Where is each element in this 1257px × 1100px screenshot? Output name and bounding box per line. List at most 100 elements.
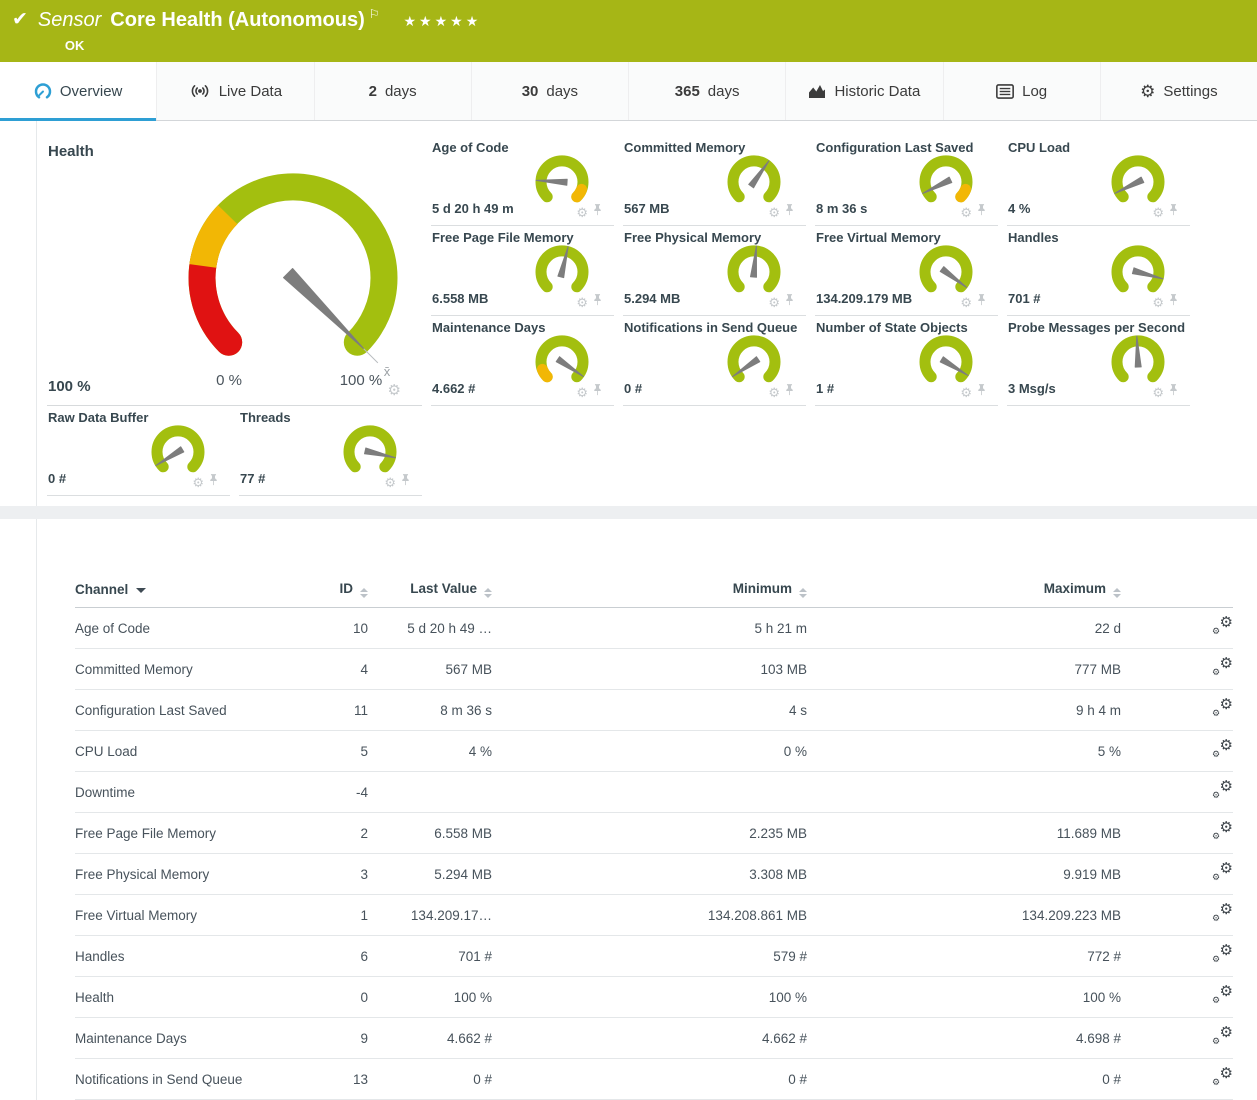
gauge-grid: Health x̄0 %100 % 100 % ⚙ Age of Code5 d… [47,136,1257,496]
channel-settings-gears-icon[interactable]: ⚙⚙ [1211,1028,1233,1045]
pin-icon[interactable] [593,383,602,401]
gauge-settings-gear-icon[interactable]: ⚙ [768,386,780,399]
channel-settings-gears-icon[interactable]: ⚙⚙ [1211,618,1233,635]
channel-settings-gears-icon[interactable]: ⚙⚙ [1211,700,1233,717]
channel-cell[interactable]: Downtime [75,772,301,813]
maximum-cell: 0 # [807,1059,1121,1100]
channel-cell[interactable]: Free Page File Memory [75,813,301,854]
column-header-maximum[interactable]: Maximum [807,571,1121,608]
gauge-value: 4 % [1008,201,1030,216]
minimum-cell [492,772,807,813]
gauge-settings-gear-icon[interactable]: ⚙ [1152,296,1164,309]
tab-365-days[interactable]: 365days [629,62,786,120]
channel-settings-gears-icon[interactable]: ⚙⚙ [1211,1069,1233,1086]
column-header-channel[interactable]: Channel [75,571,301,608]
row-actions-cell: ⚙⚙ [1121,895,1233,936]
flag-icon[interactable]: ⚐ [369,7,380,22]
tab-historic-data[interactable]: Historic Data [786,62,943,120]
channel-cell[interactable]: Maintenance Days [75,1018,301,1059]
pin-icon[interactable] [1169,293,1178,311]
last-value-cell: 8 m 36 s [368,690,492,731]
last-value-cell: 5 d 20 h 49 … [368,608,492,649]
channel-cell[interactable]: CPU Load [75,731,301,772]
gauge-value: 567 MB [624,201,670,216]
sort-descending-icon [136,588,146,593]
channel-settings-gears-icon[interactable]: ⚙⚙ [1211,905,1233,922]
channel-cell[interactable]: Free Virtual Memory [75,895,301,936]
pin-icon[interactable] [593,293,602,311]
row-actions-cell: ⚙⚙ [1121,649,1233,690]
gauge-settings-gear-icon[interactable]: ⚙ [1152,206,1164,219]
channel-cell[interactable]: Health [75,977,301,1018]
gauge-value: 6.558 MB [432,291,488,306]
pin-icon[interactable] [785,293,794,311]
tab-settings[interactable]: ⚙Settings [1101,62,1257,120]
channel-cell[interactable]: Notifications in Send Queue [75,1059,301,1100]
gauge-settings-gear-icon[interactable]: ⚙ [384,476,396,489]
channel-settings-gears-icon[interactable]: ⚙⚙ [1211,782,1233,799]
gauge-settings-gear-icon[interactable]: ⚙ [768,296,780,309]
gauge-panel-maintenance-days: Maintenance Days4.662 #⚙ [431,316,614,406]
pin-icon[interactable] [593,203,602,221]
sort-toggle-icon [799,588,807,598]
channel-settings-gears-icon[interactable]: ⚙⚙ [1211,864,1233,881]
column-header-id[interactable]: ID [301,571,368,608]
pin-icon[interactable] [977,383,986,401]
last-value-cell: 5.294 MB [368,854,492,895]
channel-settings-gears-icon[interactable]: ⚙⚙ [1211,741,1233,758]
table-header-row: ChannelID Last Value MinimumMaximum [75,571,1233,608]
gauge-settings-gear-icon[interactable]: ⚙ [576,206,588,219]
channel-settings-gears-icon[interactable]: ⚙⚙ [1211,823,1233,840]
gauge-settings-gear-icon[interactable]: ⚙ [388,383,401,398]
priority-stars[interactable]: ★★★★★ [404,8,482,34]
channel-settings-gears-icon[interactable]: ⚙⚙ [1211,987,1233,1004]
gauge-value: 5 d 20 h 49 m [432,201,514,216]
log-icon [996,84,1014,99]
channel-cell[interactable]: Age of Code [75,608,301,649]
pin-icon[interactable] [1169,383,1178,401]
pin-icon[interactable] [977,293,986,311]
gauge-title: Raw Data Buffer [48,410,148,425]
pin-icon[interactable] [401,473,410,491]
maximum-cell: 777 MB [807,649,1121,690]
pin-icon[interactable] [785,203,794,221]
gauge-settings-gear-icon[interactable]: ⚙ [960,386,972,399]
gauge-title: Age of Code [432,140,509,155]
column-label: Last Value [410,581,477,596]
gauge-settings-gear-icon[interactable]: ⚙ [768,206,780,219]
channel-cell[interactable]: Committed Memory [75,649,301,690]
column-header-minimum[interactable]: Minimum [492,571,807,608]
tab-live-data[interactable]: Live Data [157,62,314,120]
last-value-cell [368,772,492,813]
channel-cell[interactable]: Free Physical Memory [75,854,301,895]
gauge-settings-gear-icon[interactable]: ⚙ [1152,386,1164,399]
tab-2-days[interactable]: 2days [315,62,472,120]
column-header-actions [1121,571,1233,608]
pin-icon[interactable] [1169,203,1178,221]
pin-icon[interactable] [785,383,794,401]
channel-table: ChannelID Last Value MinimumMaximum Age of… [75,571,1233,1100]
channel-cell[interactable]: Handles [75,936,301,977]
gauge-settings-gear-icon[interactable]: ⚙ [960,296,972,309]
channel-cell[interactable]: Configuration Last Saved [75,690,301,731]
gauge-settings-gear-icon[interactable]: ⚙ [576,386,588,399]
tab-label: days [708,83,740,100]
column-header-last-value[interactable]: Last Value [368,571,492,608]
gauge-panel-icons: ⚙ [960,383,986,401]
pin-icon[interactable] [977,203,986,221]
tab-overview[interactable]: Overview [0,62,157,120]
table-row: Downtime-4⚙⚙ [75,772,1233,813]
channel-settings-gears-icon[interactable]: ⚙⚙ [1211,946,1233,963]
maximum-cell: 22 d [807,608,1121,649]
gauge-settings-gear-icon[interactable]: ⚙ [576,296,588,309]
table-row: Free Physical Memory35.294 MB3.308 MB9.9… [75,854,1233,895]
table-row: Notifications in Send Queue130 #0 #0 #⚙⚙ [75,1059,1233,1100]
tab-30-days[interactable]: 30days [472,62,629,120]
pin-icon[interactable] [209,473,218,491]
last-value-cell: 4.662 # [368,1018,492,1059]
gauge-settings-gear-icon[interactable]: ⚙ [192,476,204,489]
tab-log[interactable]: Log [944,62,1101,120]
channel-settings-gears-icon[interactable]: ⚙⚙ [1211,659,1233,676]
minimum-cell: 134.208.861 MB [492,895,807,936]
gauge-settings-gear-icon[interactable]: ⚙ [960,206,972,219]
